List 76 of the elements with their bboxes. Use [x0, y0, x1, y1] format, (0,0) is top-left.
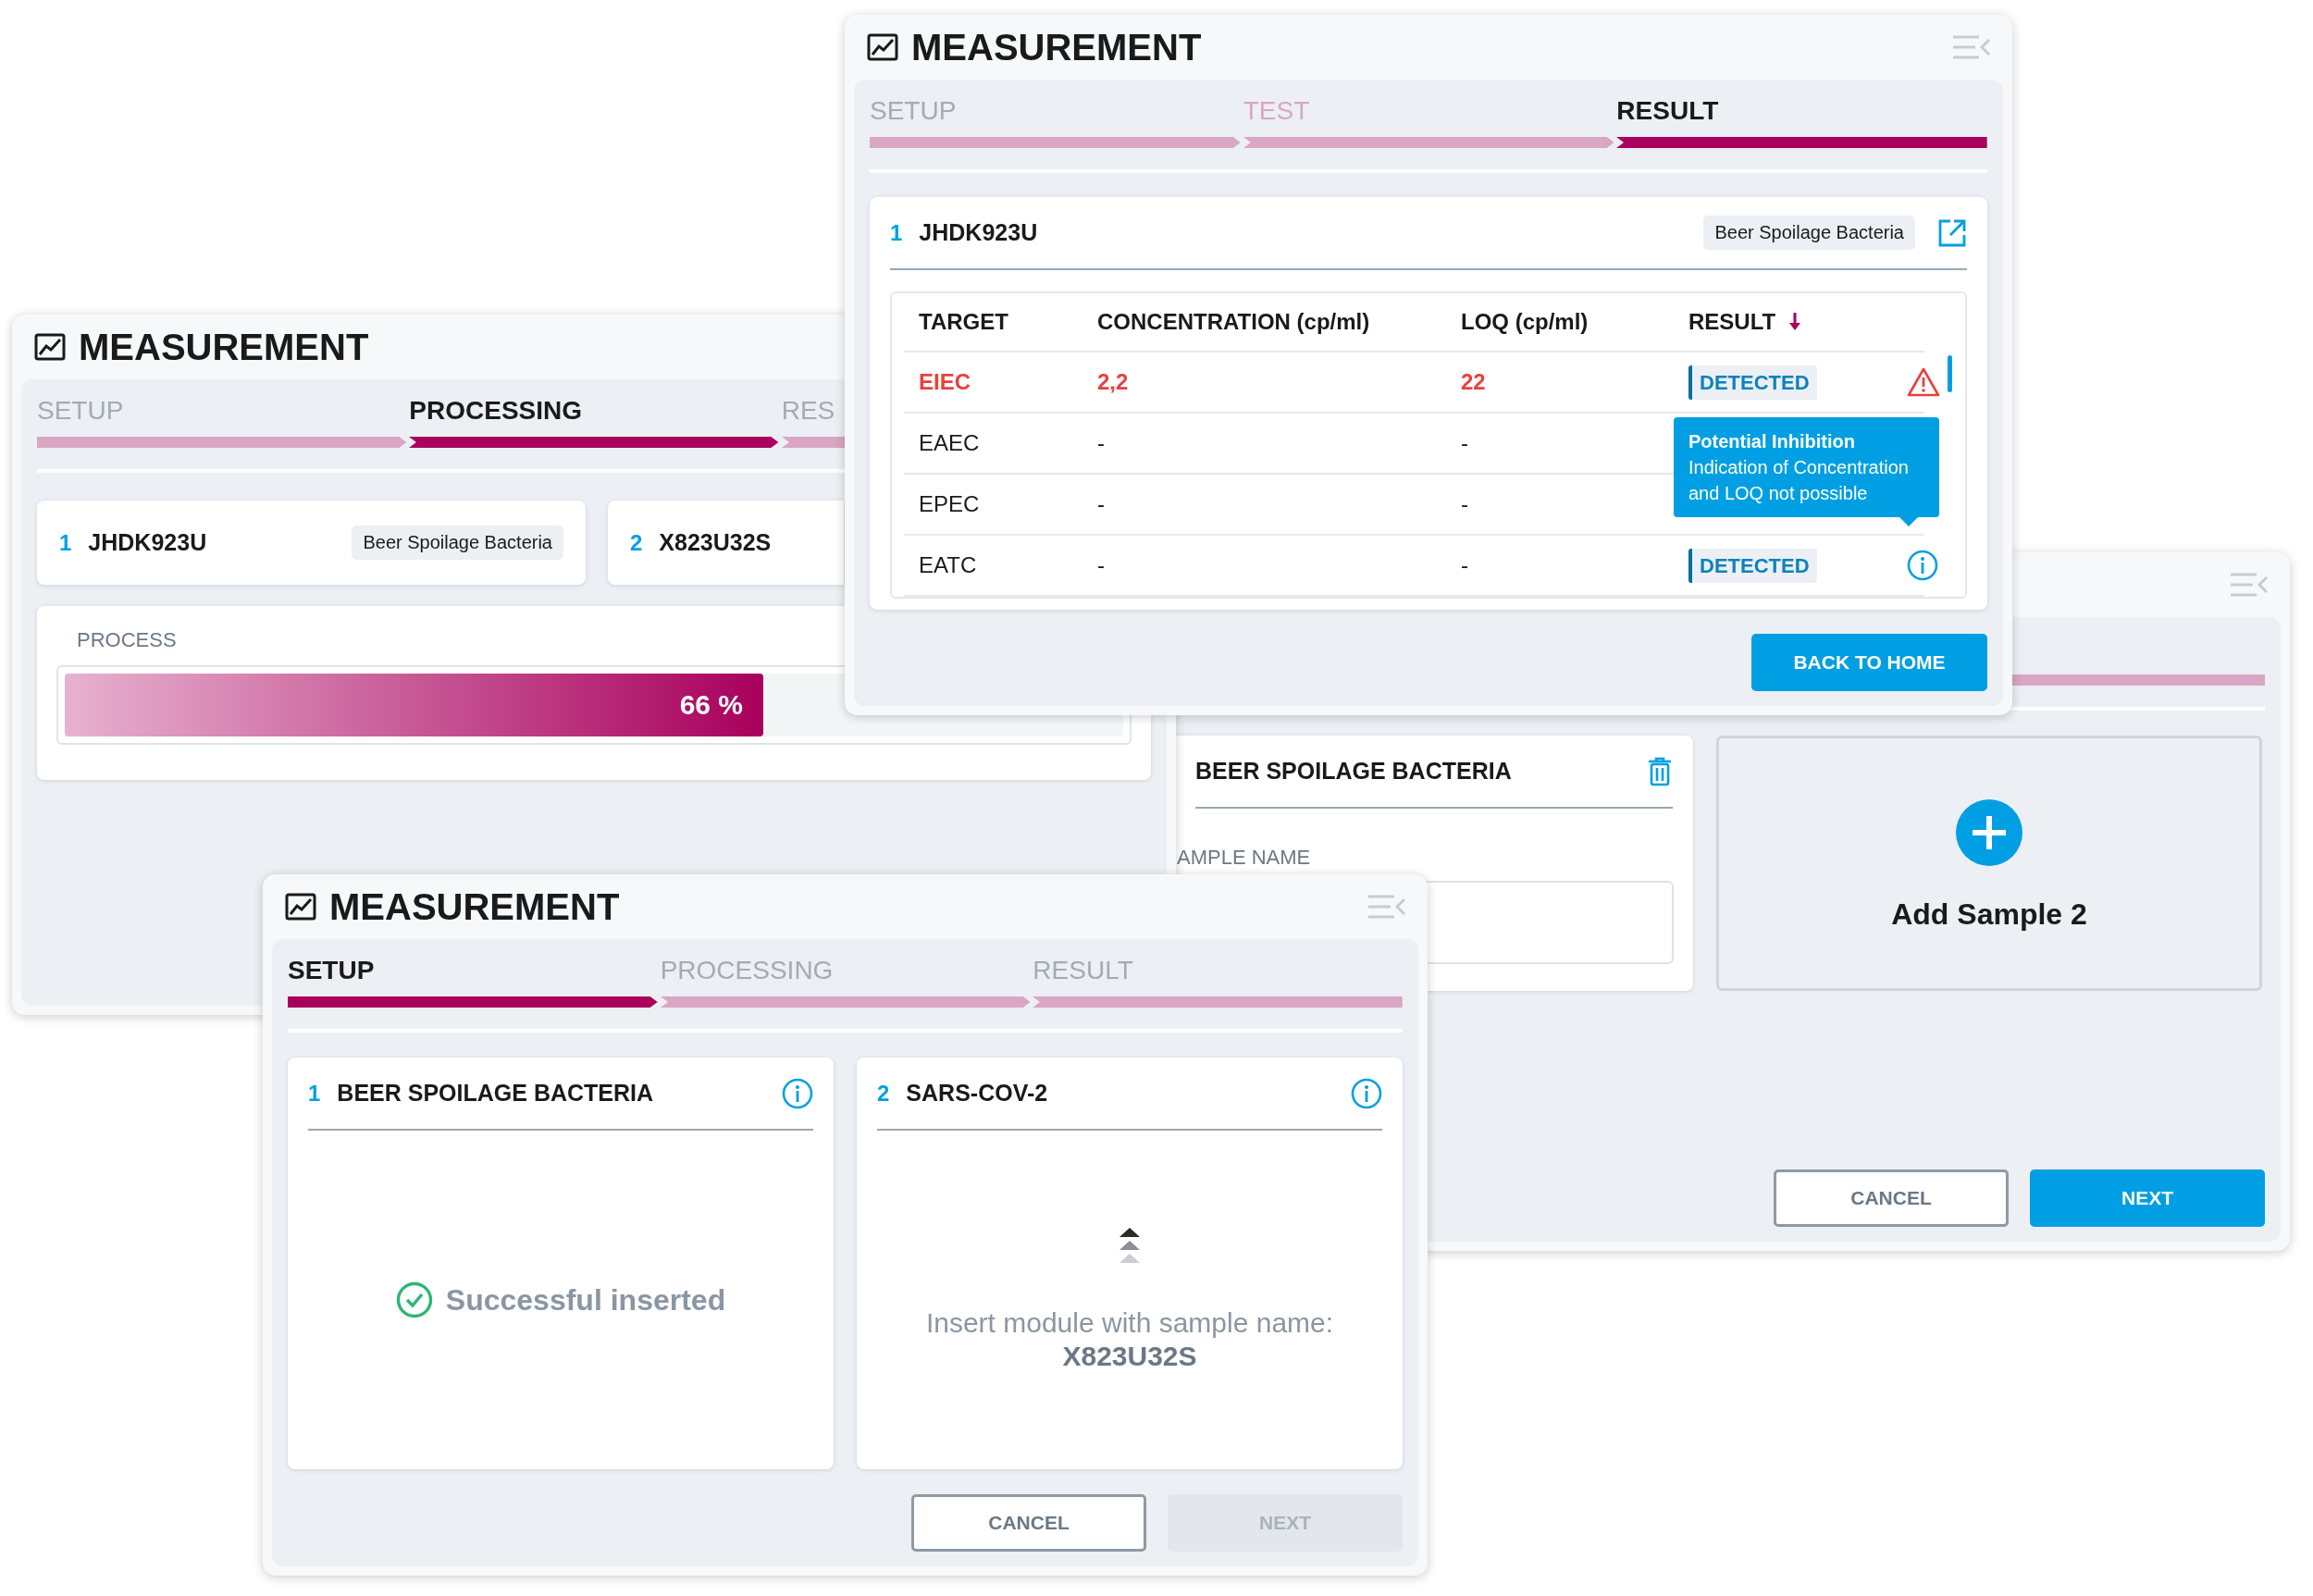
sample-name: X823U32S	[659, 529, 772, 556]
window-title: MEASUREMENT	[329, 885, 620, 928]
warning-icon	[1907, 367, 1940, 397]
step-label: SETUP	[870, 95, 958, 127]
table-cell-text: EAEC	[919, 430, 981, 456]
step-label: RESULT	[1616, 95, 1720, 127]
column-header: LOQ (cp/ml)	[1461, 309, 1589, 335]
add-icon	[1956, 799, 2022, 866]
field-label: AMPLE NAME	[1177, 846, 1312, 870]
menu-icon[interactable]	[1953, 35, 1990, 59]
column-header: CONCENTRATION (cp/ml)	[1097, 309, 1371, 335]
tooltip-title: Potential Inhibition	[1688, 430, 1856, 453]
stacked-arrows-icon	[1119, 1228, 1140, 1265]
sample-card[interactable]: 2 X823U32S	[608, 501, 844, 585]
scrollbar-thumb[interactable]	[1948, 355, 1952, 392]
cancel-button[interactable]: CANCEL	[1774, 1169, 2009, 1227]
chart-icon	[867, 33, 898, 61]
column-header[interactable]: RESULT	[1688, 309, 1907, 335]
table-cell-text: EIEC	[919, 369, 971, 395]
table-cell-text: -	[1097, 430, 1106, 456]
table-cell-text: EATC	[919, 552, 978, 578]
process-label: PROCESS	[76, 628, 178, 652]
table-cell-text: -	[1097, 491, 1106, 517]
sample-number: 2	[630, 529, 643, 556]
table-cell-text: 2,2	[1097, 369, 1130, 395]
status-tag: DETECTED	[1688, 365, 1817, 400]
table-cell-text: 22	[1461, 369, 1487, 395]
sample-tag: Beer Spoilage Bacteria	[1703, 216, 1915, 250]
step-label: SETUP	[37, 395, 125, 427]
sample-number: 1	[59, 529, 72, 556]
add-sample-card[interactable]: Add Sample 2	[1716, 736, 2262, 991]
chart-icon	[34, 333, 66, 361]
sample-card[interactable]: 1 JHDK923U Beer Spoilage Bacteria	[37, 501, 586, 585]
status-message: Successful inserted	[445, 1282, 726, 1318]
sample-name: JHDK923U	[88, 529, 207, 556]
back-to-home-button[interactable]: BACK TO HOME	[1751, 634, 1987, 691]
next-button[interactable]: NEXT	[2030, 1169, 2265, 1227]
sample-name: X823U32S	[1062, 1341, 1197, 1372]
column-header: TARGET	[919, 309, 1009, 335]
sample-number: 1	[890, 219, 903, 246]
table-cell-text: -	[1461, 552, 1469, 578]
step-label: TEST	[1243, 95, 1311, 127]
window-title: MEASUREMENT	[79, 326, 369, 368]
sample-number: 1	[308, 1080, 321, 1107]
step-label: RESULT	[1033, 955, 1134, 986]
step-label: PROCESSING	[660, 955, 835, 986]
table-cell-text: -	[1097, 552, 1106, 578]
tooltip-text: Indication of Concentration and LOQ not possible	[1688, 456, 1910, 505]
status-tag: DETECTED	[1688, 549, 1817, 583]
info-icon[interactable]	[1907, 550, 1938, 581]
sample-title: SARS-COV-2	[906, 1080, 1048, 1107]
step-label: RES	[781, 395, 836, 427]
arrow-down-icon	[1788, 313, 1802, 331]
step-label: PROCESSING	[409, 395, 584, 427]
sample-number: 2	[877, 1080, 890, 1107]
window-title: MEASUREMENT	[911, 26, 1202, 68]
info-icon[interactable]	[782, 1077, 813, 1109]
sample-tag: Beer Spoilage Bacteria	[352, 526, 563, 560]
menu-icon[interactable]	[2231, 573, 2268, 597]
external-link-icon[interactable]	[1937, 217, 1967, 248]
table-cell-text: EPEC	[919, 491, 981, 517]
progress-reading: 66 %	[679, 689, 744, 721]
sample-title: BEER SPOILAGE BACTERIA	[337, 1080, 654, 1107]
table-cell-text: -	[1461, 430, 1469, 456]
cancel-button[interactable]: CANCEL	[911, 1494, 1146, 1552]
trash-icon[interactable]	[1647, 756, 1673, 786]
sample-name: JHDK923U	[919, 219, 1038, 246]
menu-icon[interactable]	[1368, 895, 1405, 919]
add-sample-label: Add Sample 2	[1891, 897, 2087, 932]
info-icon[interactable]	[1351, 1077, 1382, 1109]
sample-title: BEER SPOILAGE BACTERIA	[1195, 758, 1512, 785]
chart-icon	[285, 893, 316, 921]
table-cell-text: -	[1461, 491, 1469, 517]
instruction-text: Insert module with sample name:	[925, 1307, 1334, 1339]
check-circle-icon	[395, 1281, 433, 1318]
step-label: SETUP	[288, 955, 376, 986]
